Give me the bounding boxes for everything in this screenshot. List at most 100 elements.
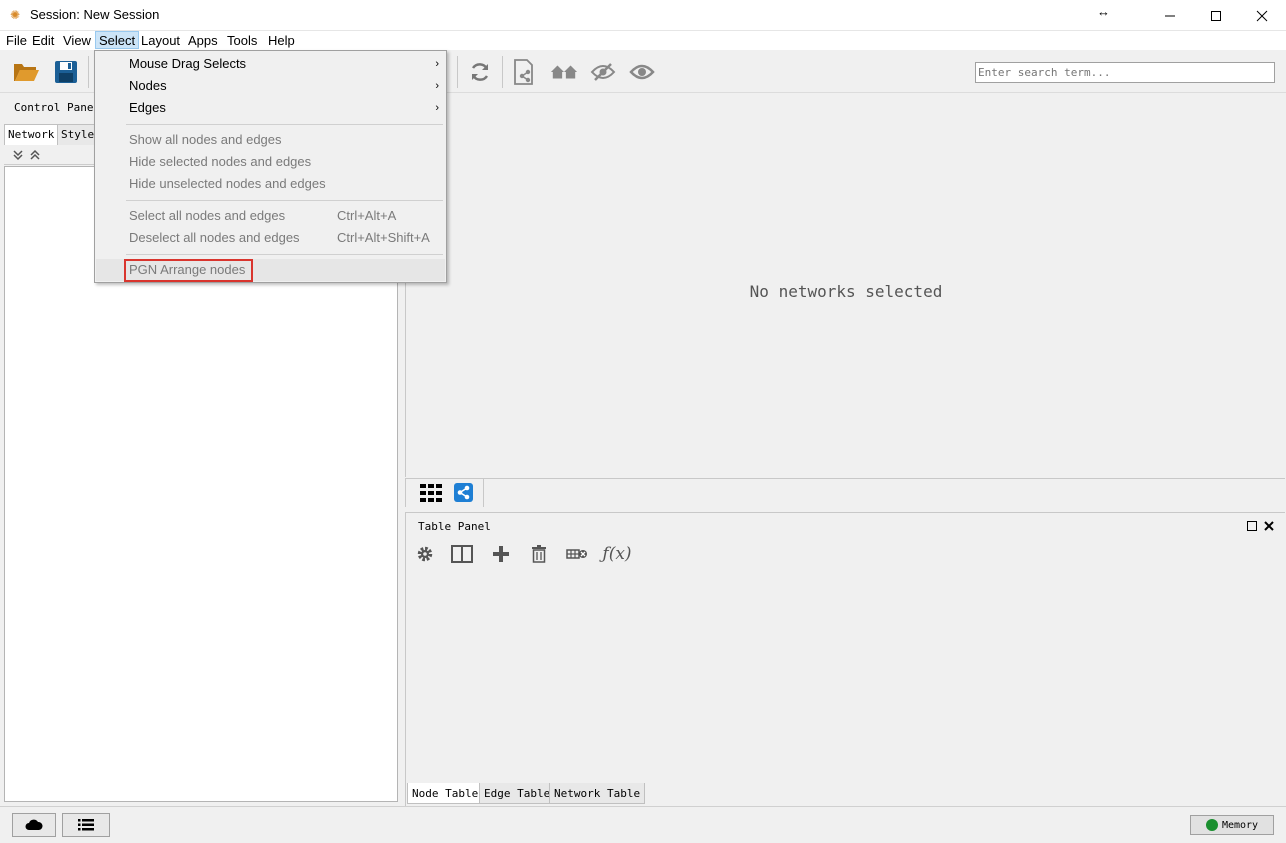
columns-icon [451,545,473,563]
view-mode-bar [405,478,1285,507]
close-window-button[interactable] [1239,0,1285,31]
save-session-button[interactable] [52,58,80,86]
task-list-button[interactable] [62,813,110,837]
menu-layout[interactable]: Layout [138,32,183,50]
close-panel-icon[interactable] [1264,521,1274,531]
menu-item-label: Nodes [129,78,167,93]
grid-view-button[interactable] [420,484,442,505]
menu-view[interactable]: View [60,32,94,50]
menu-help[interactable]: Help [265,32,298,50]
menu-tools[interactable]: Tools [224,32,260,50]
menu-item-select-all[interactable]: Select all nodes and edges Ctrl+Alt+A [96,205,445,227]
maximize-icon [1211,10,1221,21]
table-settings-button[interactable] [414,544,436,564]
menu-bar: File Edit View Select Layout Apps Tools … [0,31,1286,50]
export-network-button[interactable] [511,58,539,86]
menu-separator [126,254,443,255]
add-column-button[interactable] [490,544,512,564]
float-panel-icon[interactable] [1247,521,1257,531]
table-panel-title: Table Panel [418,520,491,533]
open-session-button[interactable] [12,58,40,86]
menu-item-label: Deselect all nodes and edges [129,230,300,245]
shortcut-label: Ctrl+Alt+Shift+A [337,230,430,245]
menu-file[interactable]: File [3,32,30,50]
cloud-icon [25,819,43,830]
hide-button[interactable] [589,58,617,86]
menu-item-show-all[interactable]: Show all nodes and edges [96,129,445,151]
submenu-arrow-icon: › [435,80,439,92]
table-delete-icon [566,549,587,559]
show-columns-button[interactable] [451,544,473,564]
function-builder-button[interactable]: ƒ(x) [600,544,634,564]
toolbar-separator [502,56,503,88]
home-icon [550,65,578,79]
gear-icon [417,546,433,562]
maximize-button[interactable] [1193,0,1239,31]
home-button[interactable] [550,58,578,86]
menu-item-label: Edges [129,100,166,115]
tab-node-table[interactable]: Node Table [407,783,484,804]
tab-style[interactable]: Style [57,124,99,145]
plus-icon [493,546,509,562]
table-panel: Table Panel ƒ(x) Node Table Edge Table N… [405,512,1285,806]
menu-separator [126,124,443,125]
folder-open-icon [14,64,39,81]
control-panel-label: Control Panel [14,101,101,114]
table-toolbar: ƒ(x) [406,541,1284,567]
title-bar: ✺ Session: New Session ↔ [0,0,1286,31]
memory-button[interactable]: Memory [1190,815,1274,835]
menu-item-edges[interactable]: Edges › [96,97,445,119]
grid-icon [420,484,442,502]
minimize-icon [1165,15,1175,16]
cytoscape-app-icon: ✺ [10,8,21,22]
refresh-button[interactable] [466,58,494,86]
delete-table-button[interactable] [566,544,588,564]
select-menu-dropdown: Mouse Drag Selects › Nodes › Edges › Sho… [94,50,447,283]
network-view-area: No networks selected [405,93,1285,477]
menu-item-mouse-drag-selects[interactable]: Mouse Drag Selects › [96,53,445,75]
status-bar: Memory [0,806,1286,843]
search-input[interactable] [975,62,1275,83]
network-view-button[interactable] [454,483,473,502]
trash-icon [532,545,546,563]
menu-item-label: Mouse Drag Selects [129,56,247,71]
list-icon [78,819,94,831]
menu-select[interactable]: Select [95,31,140,49]
submenu-arrow-icon: › [435,58,439,70]
view-bar-separator [483,479,484,507]
expand-all-icon[interactable] [12,149,24,161]
memory-status-icon [1205,819,1218,831]
save-icon [55,61,77,83]
function-icon: ƒ(x) [602,544,632,564]
show-button[interactable] [628,58,656,86]
refresh-icon [471,63,489,81]
shortcut-label: Ctrl+Alt+A [337,208,397,223]
menu-item-hide-selected[interactable]: Hide selected nodes and edges [96,151,445,173]
menu-apps[interactable]: Apps [185,32,221,50]
eye-slash-icon [590,63,616,81]
memory-label: Memory [1221,819,1259,831]
delete-column-button[interactable] [528,544,550,564]
tab-network-table[interactable]: Network Table [549,783,646,804]
tab-network[interactable]: Network [4,124,59,145]
export-network-icon [514,59,533,85]
menu-item-nodes[interactable]: Nodes › [96,75,445,97]
no-networks-message: No networks selected [749,282,943,301]
highlight-box [124,259,253,282]
minimize-button[interactable] [1147,0,1193,31]
close-icon [1256,10,1268,21]
cloud-button[interactable] [12,813,56,837]
resize-cursor-icon: ↔ [1097,4,1110,19]
tab-edge-table[interactable]: Edge Table [479,783,556,804]
share-network-icon [457,485,470,500]
menu-item-hide-unselected[interactable]: Hide unselected nodes and edges [96,173,445,195]
collapse-all-icon[interactable] [29,149,41,161]
toolbar-separator [88,56,89,88]
window-title: Session: New Session [30,7,160,22]
menu-edit[interactable]: Edit [29,32,57,50]
eye-icon [629,64,655,80]
menu-separator [126,200,443,201]
table-area [407,567,1283,783]
menu-item-label: Select all nodes and edges [129,208,286,223]
menu-item-deselect-all[interactable]: Deselect all nodes and edges Ctrl+Alt+Sh… [96,227,445,249]
